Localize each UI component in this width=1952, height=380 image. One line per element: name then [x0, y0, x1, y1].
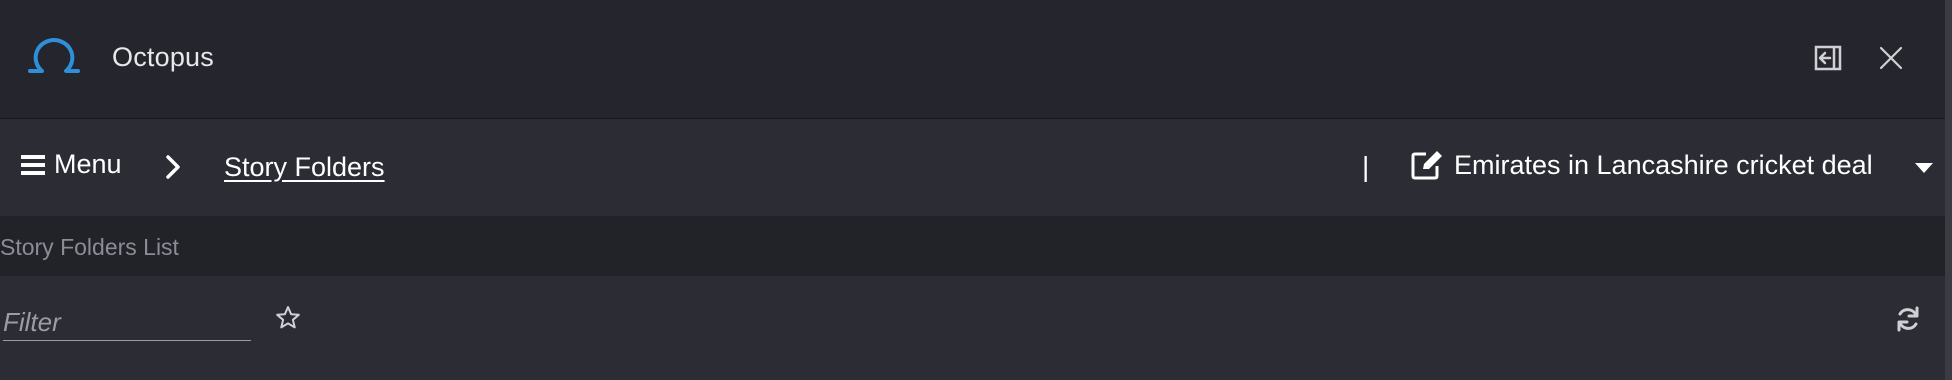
section-header: Story Folders List — [0, 216, 1945, 276]
chevron-right-icon — [166, 155, 180, 179]
filter-toolbar — [0, 276, 1945, 380]
title-bar: Octopus — [0, 0, 1945, 119]
nav-bar: Menu Story Folders | Emirates in Lancash… — [0, 119, 1945, 216]
menu-label: Menu — [54, 149, 122, 179]
close-icon — [1879, 46, 1903, 70]
section-title: Story Folders List — [0, 234, 179, 260]
app-title: Octopus — [112, 42, 214, 72]
collapse-panel-button[interactable] — [1812, 42, 1844, 74]
menu-button[interactable]: Menu — [20, 149, 122, 180]
caret-down-icon[interactable] — [1914, 161, 1934, 175]
omega-logo-icon — [26, 38, 82, 76]
star-outline-icon[interactable] — [274, 304, 302, 332]
filter-input[interactable] — [3, 304, 251, 341]
current-story-title: Emirates in Lancashire cricket deal — [1454, 149, 1873, 180]
window-edge — [1945, 0, 1952, 380]
refresh-icon[interactable] — [1894, 305, 1922, 333]
hamburger-icon — [21, 154, 45, 175]
close-button[interactable] — [1875, 42, 1907, 74]
breadcrumb-story-folders[interactable]: Story Folders — [224, 152, 385, 183]
octopus-app: Octopus Menu Story Folders | Emirates in… — [0, 0, 1952, 380]
nav-divider: | — [1362, 151, 1370, 182]
edit-icon — [1411, 151, 1442, 180]
current-story-selector[interactable]: Emirates in Lancashire cricket deal — [1410, 149, 1873, 181]
collapse-panel-icon — [1814, 45, 1842, 71]
